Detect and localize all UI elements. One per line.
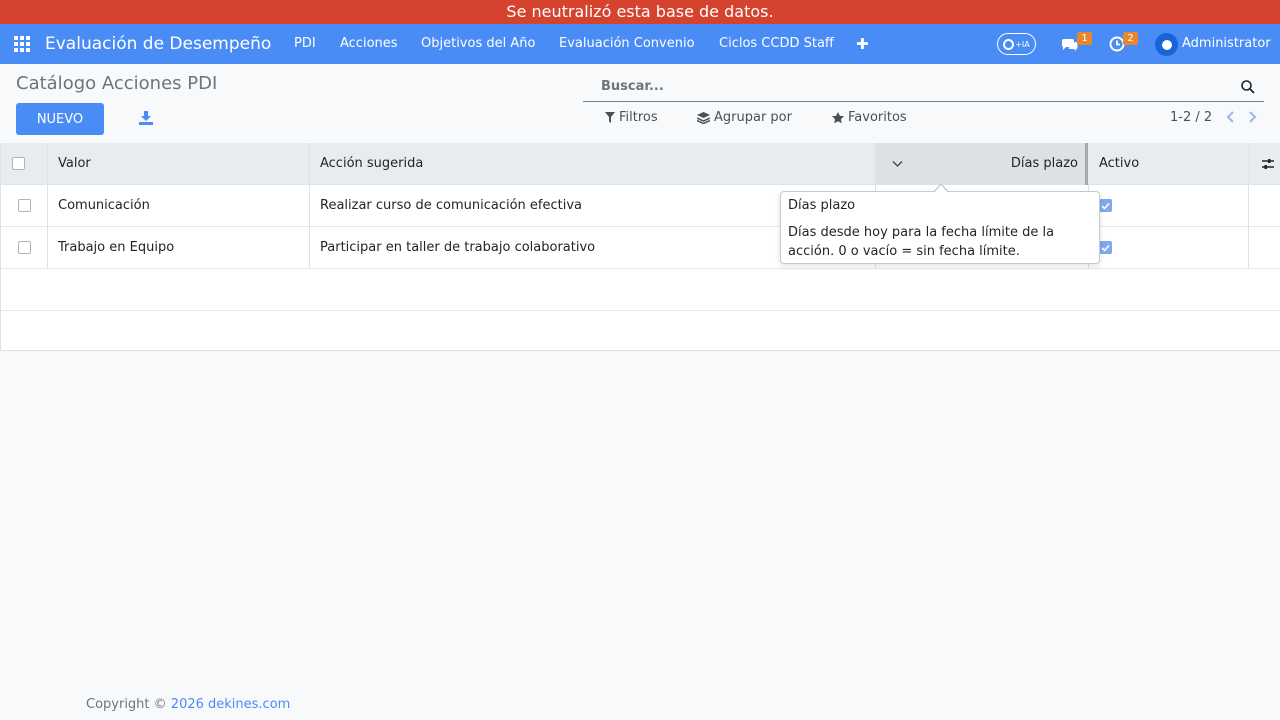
optional-columns-sliders-icon[interactable] xyxy=(1261,157,1275,171)
pager-value[interactable]: 1-2 / 2 xyxy=(1170,110,1212,125)
table-header-row: Valor Acción sugerida Días plazo Activo xyxy=(1,143,1280,185)
menu-item-ciclos-ccdd[interactable]: Ciclos CCDD Staff xyxy=(719,24,834,64)
column-divider xyxy=(309,185,310,227)
column-header-valor[interactable]: Valor xyxy=(58,143,91,185)
search-input[interactable] xyxy=(601,76,1201,96)
row-select-checkbox[interactable] xyxy=(18,241,31,254)
ai-circle-icon xyxy=(1003,38,1015,50)
favorites-button[interactable]: Favoritos xyxy=(832,110,907,125)
cell-accion-sugerida: Participar en taller de trabajo colabora… xyxy=(320,240,596,255)
menu-plus-icon[interactable]: ✚ xyxy=(856,24,869,64)
column-divider xyxy=(47,143,48,185)
chevron-down-icon[interactable] xyxy=(892,159,903,169)
select-all-checkbox[interactable] xyxy=(12,157,25,170)
column-divider xyxy=(47,185,48,227)
menu-item-pdi[interactable]: PDI xyxy=(294,24,316,64)
column-divider xyxy=(309,143,310,185)
group-by-label: Agrupar por xyxy=(714,110,792,125)
column-help-tooltip: Días plazo Días desde hoy para la fecha … xyxy=(780,183,1100,264)
column-divider xyxy=(875,143,876,185)
column-divider xyxy=(1248,185,1249,227)
search-icon[interactable] xyxy=(1240,79,1256,95)
column-header-dias-plazo-label: Días plazo xyxy=(1010,156,1078,171)
user-avatar[interactable] xyxy=(1155,33,1178,56)
cell-valor: Trabajo en Equipo xyxy=(58,240,175,255)
check-icon xyxy=(1101,202,1110,210)
search-bar xyxy=(583,70,1264,102)
cell-valor: Comunicación xyxy=(58,198,150,213)
group-by-button[interactable]: Agrupar por xyxy=(697,110,792,125)
layers-icon xyxy=(697,111,710,124)
app-title[interactable]: Evaluación de Desempeño xyxy=(45,24,271,64)
tooltip-title: Días plazo xyxy=(788,198,856,213)
column-resize-handle[interactable] xyxy=(1085,143,1088,185)
activities-counter-badge: 2 xyxy=(1123,32,1138,45)
empty-row xyxy=(1,309,1280,351)
messages-counter-badge: 1 xyxy=(1077,32,1092,45)
ai-assistant-button[interactable]: +IA xyxy=(997,33,1036,55)
apps-grid-icon[interactable] xyxy=(14,36,30,52)
filters-label: Filtros xyxy=(619,110,658,125)
cell-accion-sugerida: Realizar curso de comunicación efectiva xyxy=(320,198,583,213)
footer-copyright: Copyright © 2026 dekines.com xyxy=(86,697,290,712)
footer-prefix: Copyright © xyxy=(86,697,171,712)
column-divider xyxy=(1248,227,1249,269)
pager-previous-icon[interactable] xyxy=(1225,110,1237,124)
messages-icon[interactable] xyxy=(1060,35,1078,53)
tooltip-body: Días desde hoy para la fecha límite de l… xyxy=(788,225,1055,259)
filter-funnel-icon xyxy=(605,112,615,123)
favorites-label: Favoritos xyxy=(848,110,907,125)
column-divider xyxy=(47,227,48,269)
active-checkbox-checked[interactable] xyxy=(1099,241,1112,254)
top-navbar: Evaluación de Desempeño PDI Acciones Obj… xyxy=(0,24,1280,64)
check-icon xyxy=(1101,244,1110,252)
empty-row xyxy=(1,269,1280,311)
column-header-activo[interactable]: Activo xyxy=(1099,143,1139,185)
footer-link[interactable]: 2026 dekines.com xyxy=(171,697,291,712)
user-menu-name[interactable]: Administrator xyxy=(1182,24,1271,64)
column-divider xyxy=(309,227,310,269)
download-icon[interactable] xyxy=(138,110,154,126)
filters-button[interactable]: Filtros xyxy=(605,110,658,125)
pager-next-icon[interactable] xyxy=(1246,110,1258,124)
menu-item-evaluacion-convenio[interactable]: Evaluación Convenio xyxy=(559,24,695,64)
column-divider xyxy=(1249,143,1250,185)
neutralized-db-banner: Se neutralizó esta base de datos. xyxy=(0,0,1280,24)
menu-item-acciones[interactable]: Acciones xyxy=(340,24,398,64)
star-icon xyxy=(832,111,844,123)
column-header-accion-sugerida[interactable]: Acción sugerida xyxy=(320,143,423,185)
ai-label: +IA xyxy=(1015,39,1030,49)
page-title: Catálogo Acciones PDI xyxy=(16,73,218,94)
control-panel: Catálogo Acciones PDI NUEVO Filtros Agru… xyxy=(0,64,1280,143)
menu-item-objetivos[interactable]: Objetivos del Año xyxy=(421,24,535,64)
row-select-checkbox[interactable] xyxy=(18,199,31,212)
active-checkbox-checked[interactable] xyxy=(1099,199,1112,212)
new-button[interactable]: NUEVO xyxy=(16,103,104,135)
